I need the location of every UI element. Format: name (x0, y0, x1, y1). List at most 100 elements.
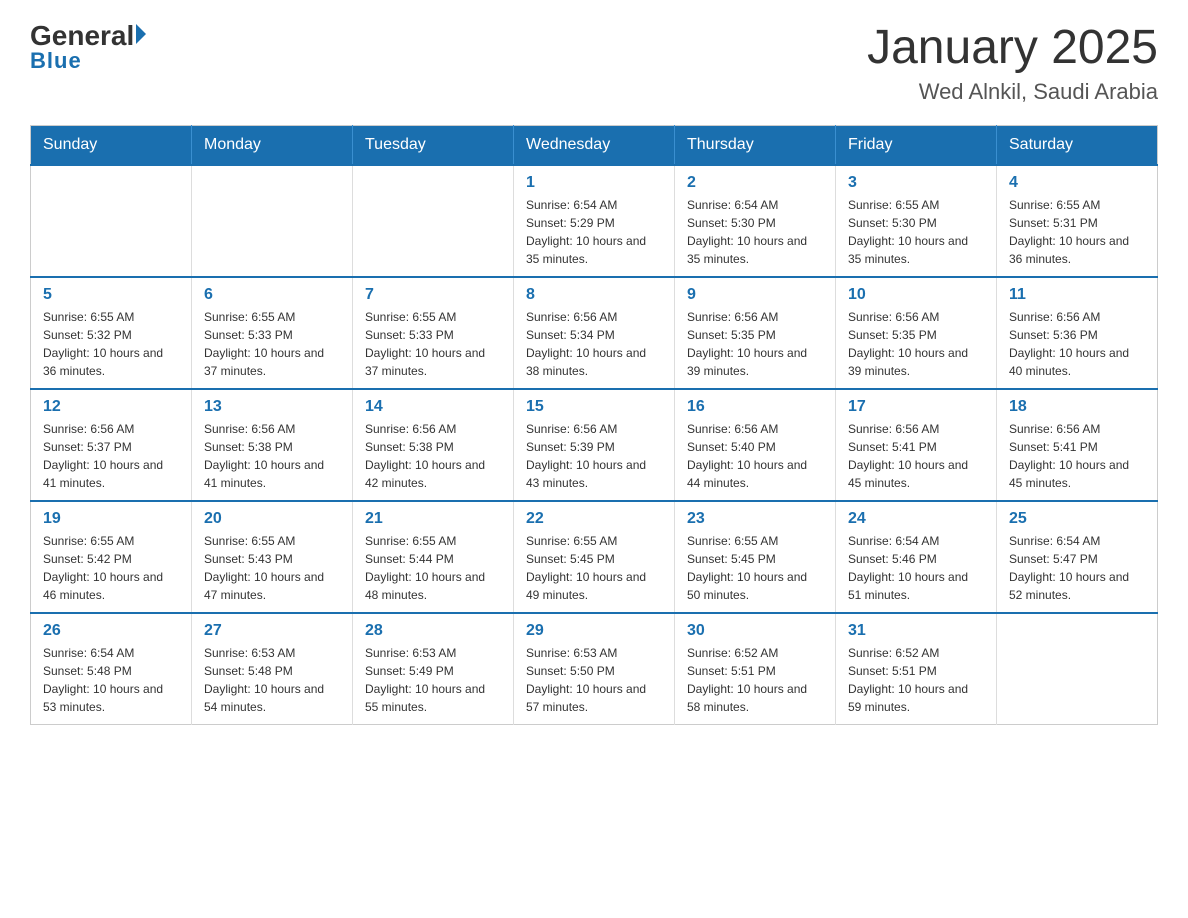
day-number: 2 (687, 174, 823, 192)
day-number: 29 (526, 622, 662, 640)
day-number: 6 (204, 286, 340, 304)
day-info: Sunrise: 6:54 AMSunset: 5:46 PMDaylight:… (848, 532, 984, 604)
header-thursday: Thursday (675, 126, 836, 166)
calendar-header-row: Sunday Monday Tuesday Wednesday Thursday… (31, 126, 1158, 166)
calendar-cell: 13 Sunrise: 6:56 AMSunset: 5:38 PMDayligh… (192, 389, 353, 501)
day-number: 31 (848, 622, 984, 640)
calendar-cell (353, 165, 514, 277)
page-title: January 2025 (867, 20, 1158, 75)
day-number: 7 (365, 286, 501, 304)
calendar-cell: 27 Sunrise: 6:53 AMSunset: 5:48 PMDayligh… (192, 613, 353, 725)
calendar-cell: 5Sunrise: 6:55 AMSunset: 5:32 PMDaylight… (31, 277, 192, 389)
day-number: 23 (687, 510, 823, 528)
day-number: 28 (365, 622, 501, 640)
day-number: 8 (526, 286, 662, 304)
calendar-cell: 10 Sunrise: 6:56 AMSunset: 5:35 PMDayligh… (836, 277, 997, 389)
calendar-week-row: 19 Sunrise: 6:55 AMSunset: 5:42 PMDayligh… (31, 501, 1158, 613)
day-info: Sunrise: 6:55 AMSunset: 5:30 PMDaylight:… (848, 196, 984, 268)
calendar-cell: 2 Sunrise: 6:54 AMSunset: 5:30 PMDaylight… (675, 165, 836, 277)
day-info: Sunrise: 6:56 AMSunset: 5:39 PMDaylight:… (526, 420, 662, 492)
calendar-cell: 21 Sunrise: 6:55 AMSunset: 5:44 PMDayligh… (353, 501, 514, 613)
day-info: Sunrise: 6:56 AMSunset: 5:35 PMDaylight:… (848, 308, 984, 380)
day-number: 11 (1009, 286, 1145, 304)
day-info: Sunrise: 6:53 AMSunset: 5:48 PMDaylight:… (204, 644, 340, 716)
day-info: Sunrise: 6:55 AMSunset: 5:42 PMDaylight:… (43, 532, 179, 604)
day-number: 10 (848, 286, 984, 304)
day-info: Sunrise: 6:55 AMSunset: 5:31 PMDaylight:… (1009, 196, 1145, 268)
day-info: Sunrise: 6:55 AMSunset: 5:33 PMDaylight:… (204, 308, 340, 380)
calendar-cell: 26 Sunrise: 6:54 AMSunset: 5:48 PMDayligh… (31, 613, 192, 725)
calendar-cell: 4Sunrise: 6:55 AMSunset: 5:31 PMDaylight… (997, 165, 1158, 277)
logo-arrow-icon (136, 24, 146, 44)
day-info: Sunrise: 6:56 AMSunset: 5:36 PMDaylight:… (1009, 308, 1145, 380)
day-number: 18 (1009, 398, 1145, 416)
calendar-table: Sunday Monday Tuesday Wednesday Thursday… (30, 125, 1158, 725)
day-number: 16 (687, 398, 823, 416)
day-info: Sunrise: 6:55 AMSunset: 5:43 PMDaylight:… (204, 532, 340, 604)
calendar-cell: 28 Sunrise: 6:53 AMSunset: 5:49 PMDayligh… (353, 613, 514, 725)
day-info: Sunrise: 6:56 AMSunset: 5:38 PMDaylight:… (365, 420, 501, 492)
calendar-cell: 23Sunrise: 6:55 AMSunset: 5:45 PMDayligh… (675, 501, 836, 613)
title-area: January 2025 Wed Alnkil, Saudi Arabia (867, 20, 1158, 105)
day-info: Sunrise: 6:56 AMSunset: 5:41 PMDaylight:… (848, 420, 984, 492)
day-number: 13 (204, 398, 340, 416)
day-info: Sunrise: 6:54 AMSunset: 5:29 PMDaylight:… (526, 196, 662, 268)
day-number: 22 (526, 510, 662, 528)
calendar-cell: 18Sunrise: 6:56 AMSunset: 5:41 PMDayligh… (997, 389, 1158, 501)
calendar-week-row: 1 Sunrise: 6:54 AMSunset: 5:29 PMDaylight… (31, 165, 1158, 277)
calendar-cell: 31 Sunrise: 6:52 AMSunset: 5:51 PMDayligh… (836, 613, 997, 725)
day-number: 9 (687, 286, 823, 304)
day-number: 3 (848, 174, 984, 192)
day-number: 26 (43, 622, 179, 640)
day-number: 17 (848, 398, 984, 416)
day-number: 21 (365, 510, 501, 528)
calendar-week-row: 26 Sunrise: 6:54 AMSunset: 5:48 PMDayligh… (31, 613, 1158, 725)
calendar-cell: 14 Sunrise: 6:56 AMSunset: 5:38 PMDayligh… (353, 389, 514, 501)
calendar-cell: 24 Sunrise: 6:54 AMSunset: 5:46 PMDayligh… (836, 501, 997, 613)
header-tuesday: Tuesday (353, 126, 514, 166)
page-subtitle: Wed Alnkil, Saudi Arabia (867, 79, 1158, 105)
header-sunday: Sunday (31, 126, 192, 166)
day-info: Sunrise: 6:56 AMSunset: 5:37 PMDaylight:… (43, 420, 179, 492)
day-info: Sunrise: 6:55 AMSunset: 5:45 PMDaylight:… (526, 532, 662, 604)
calendar-cell: 1 Sunrise: 6:54 AMSunset: 5:29 PMDaylight… (514, 165, 675, 277)
day-number: 24 (848, 510, 984, 528)
calendar-cell: 7Sunrise: 6:55 AMSunset: 5:33 PMDaylight… (353, 277, 514, 389)
calendar-cell (192, 165, 353, 277)
day-number: 14 (365, 398, 501, 416)
calendar-cell: 22 Sunrise: 6:55 AMSunset: 5:45 PMDayligh… (514, 501, 675, 613)
header-monday: Monday (192, 126, 353, 166)
day-number: 20 (204, 510, 340, 528)
calendar-cell: 16Sunrise: 6:56 AMSunset: 5:40 PMDayligh… (675, 389, 836, 501)
day-number: 19 (43, 510, 179, 528)
calendar-week-row: 5Sunrise: 6:55 AMSunset: 5:32 PMDaylight… (31, 277, 1158, 389)
header-wednesday: Wednesday (514, 126, 675, 166)
calendar-cell: 30Sunrise: 6:52 AMSunset: 5:51 PMDayligh… (675, 613, 836, 725)
day-number: 1 (526, 174, 662, 192)
day-info: Sunrise: 6:54 AMSunset: 5:48 PMDaylight:… (43, 644, 179, 716)
day-info: Sunrise: 6:54 AMSunset: 5:47 PMDaylight:… (1009, 532, 1145, 604)
calendar-week-row: 12 Sunrise: 6:56 AMSunset: 5:37 PMDayligh… (31, 389, 1158, 501)
logo-blue: Blue (30, 48, 82, 74)
day-info: Sunrise: 6:56 AMSunset: 5:38 PMDaylight:… (204, 420, 340, 492)
day-info: Sunrise: 6:52 AMSunset: 5:51 PMDaylight:… (687, 644, 823, 716)
day-info: Sunrise: 6:54 AMSunset: 5:30 PMDaylight:… (687, 196, 823, 268)
calendar-cell (31, 165, 192, 277)
day-number: 25 (1009, 510, 1145, 528)
day-info: Sunrise: 6:53 AMSunset: 5:49 PMDaylight:… (365, 644, 501, 716)
day-info: Sunrise: 6:55 AMSunset: 5:44 PMDaylight:… (365, 532, 501, 604)
calendar-cell: 6 Sunrise: 6:55 AMSunset: 5:33 PMDaylight… (192, 277, 353, 389)
day-info: Sunrise: 6:56 AMSunset: 5:35 PMDaylight:… (687, 308, 823, 380)
calendar-cell: 3 Sunrise: 6:55 AMSunset: 5:30 PMDaylight… (836, 165, 997, 277)
day-number: 12 (43, 398, 179, 416)
calendar-cell: 8Sunrise: 6:56 AMSunset: 5:34 PMDaylight… (514, 277, 675, 389)
calendar-cell: 11 Sunrise: 6:56 AMSunset: 5:36 PMDayligh… (997, 277, 1158, 389)
day-number: 15 (526, 398, 662, 416)
calendar-cell: 29Sunrise: 6:53 AMSunset: 5:50 PMDayligh… (514, 613, 675, 725)
calendar-cell: 17 Sunrise: 6:56 AMSunset: 5:41 PMDayligh… (836, 389, 997, 501)
day-info: Sunrise: 6:52 AMSunset: 5:51 PMDaylight:… (848, 644, 984, 716)
calendar-cell: 19 Sunrise: 6:55 AMSunset: 5:42 PMDayligh… (31, 501, 192, 613)
day-number: 27 (204, 622, 340, 640)
day-info: Sunrise: 6:55 AMSunset: 5:32 PMDaylight:… (43, 308, 179, 380)
logo: General Blue (30, 20, 146, 74)
